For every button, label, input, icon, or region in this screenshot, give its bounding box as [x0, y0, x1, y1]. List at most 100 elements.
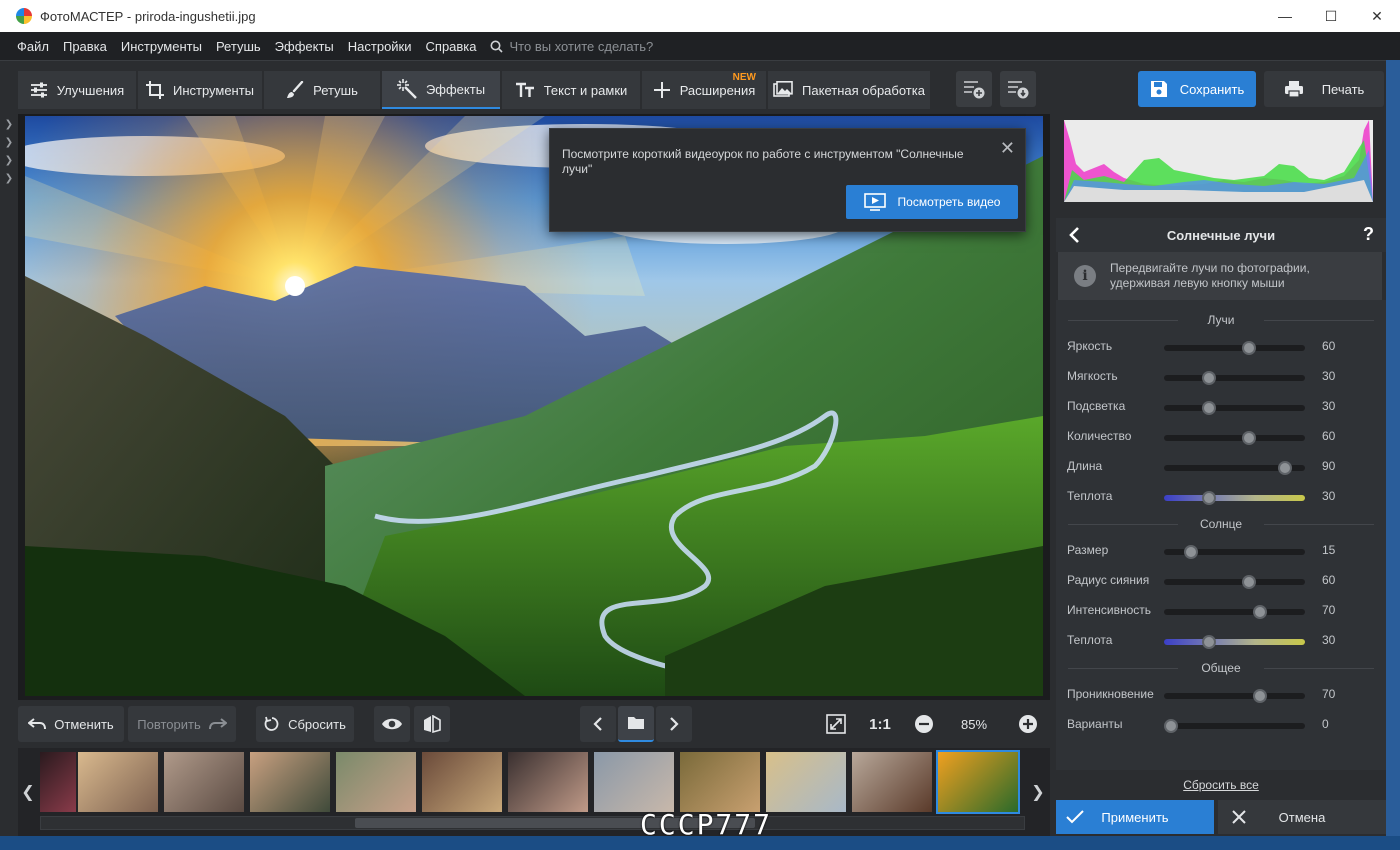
tab-label: Эффекты — [425, 81, 486, 97]
slider-handle[interactable] — [1202, 371, 1217, 385]
thumbnail-item[interactable] — [766, 752, 846, 812]
thumbnail-item[interactable] — [164, 752, 244, 812]
preview-toggle-button[interactable] — [374, 706, 410, 742]
watch-video-button[interactable]: Посмотреть видео — [846, 185, 1018, 219]
zoom-in-button[interactable] — [1010, 706, 1046, 742]
slider-handle[interactable] — [1202, 635, 1217, 649]
desktop-edge — [1386, 60, 1400, 836]
close-button[interactable]: ✕ — [1354, 0, 1400, 32]
zoom-level[interactable]: 85% — [944, 706, 1004, 742]
search-input[interactable] — [509, 38, 710, 54]
slider-track[interactable] — [1164, 461, 1305, 475]
thumbnail-item[interactable] — [250, 752, 330, 812]
chevron-left-icon — [593, 717, 602, 731]
menu-retouch[interactable]: Ретушь — [209, 39, 268, 54]
filmstrip-prev-button[interactable]: ❮ — [18, 748, 38, 836]
settings-panel: Солнечные лучи ? i Передвигайте лучи по … — [1056, 114, 1386, 836]
slider-handle[interactable] — [1183, 545, 1198, 559]
tab-effects[interactable]: Эффекты — [382, 71, 500, 109]
fit-screen-button[interactable] — [818, 706, 854, 742]
previous-image-button[interactable] — [580, 706, 616, 742]
tab-text-frames[interactable]: Текст и рамки — [502, 71, 640, 109]
maximize-button[interactable]: ☐ — [1308, 0, 1354, 32]
images-icon — [773, 81, 793, 97]
apply-button[interactable]: Применить — [1056, 800, 1214, 834]
chevron-right-icon: ❯ — [4, 119, 14, 130]
back-arrow-icon[interactable] — [1068, 225, 1082, 245]
zoom-out-button[interactable] — [906, 706, 942, 742]
thumbnail-item[interactable] — [936, 750, 1020, 814]
cancel-label: Отмена — [1278, 809, 1326, 825]
add-preset-button[interactable] — [956, 71, 992, 107]
thumbnail-item[interactable] — [594, 752, 674, 812]
filmstrip-scrollbar[interactable] — [40, 816, 1025, 830]
minimize-button[interactable]: — — [1262, 0, 1308, 32]
crop-icon — [145, 81, 164, 99]
menu-help[interactable]: Справка — [419, 39, 484, 54]
title-bar: ФотоМАСТЕР - priroda-ingushetii.jpg — ☐ … — [0, 0, 1400, 32]
save-button[interactable]: Сохранить — [1138, 71, 1256, 107]
thumbnail-item[interactable] — [40, 752, 76, 812]
tab-extensions[interactable]: Расширения NEW — [642, 71, 766, 109]
slider-track[interactable] — [1164, 401, 1305, 415]
close-icon[interactable]: ✕ — [1000, 139, 1015, 157]
tab-enhancements[interactable]: Улучшения — [18, 71, 136, 109]
slider-track[interactable] — [1164, 491, 1305, 505]
slider-track[interactable] — [1164, 689, 1305, 703]
slider-row: Количество 60 — [1056, 422, 1386, 452]
print-button[interactable]: Печать — [1264, 71, 1384, 107]
thumbnail-item[interactable] — [680, 752, 760, 812]
slider-track[interactable] — [1164, 575, 1305, 589]
menu-settings[interactable]: Настройки — [341, 39, 419, 54]
help-button[interactable]: ? — [1363, 224, 1374, 245]
slider-handle[interactable] — [1252, 689, 1267, 703]
slider-track[interactable] — [1164, 545, 1305, 559]
thumbnail-item[interactable] — [852, 752, 932, 812]
text-icon — [515, 82, 534, 97]
left-collapse-strip[interactable]: ❯ ❯ ❯ ❯ — [0, 114, 18, 194]
slider-handle[interactable] — [1278, 461, 1293, 475]
main-toolbar: Улучшения Инструменты Ретушь Эффекты Тек… — [0, 60, 1400, 114]
compare-button[interactable] — [414, 706, 450, 742]
slider-track[interactable] — [1164, 605, 1305, 619]
slider-track[interactable] — [1164, 371, 1305, 385]
slider-handle[interactable] — [1241, 575, 1256, 589]
chevron-right-icon: ❯ — [4, 155, 14, 166]
open-folder-button[interactable] — [618, 706, 654, 742]
load-preset-button[interactable] — [1000, 71, 1036, 107]
menu-effects[interactable]: Эффекты — [268, 39, 341, 54]
window-title: ФотоМАСТЕР - priroda-ingushetii.jpg — [40, 8, 256, 24]
slider-handle[interactable] — [1202, 491, 1217, 505]
slider-label: Теплота — [1067, 489, 1113, 503]
next-image-button[interactable] — [656, 706, 692, 742]
reset-all-link[interactable]: Сбросить все — [1056, 778, 1386, 792]
slider-track[interactable] — [1164, 431, 1305, 445]
thumbnail-item[interactable] — [78, 752, 158, 812]
undo-button[interactable]: Отменить — [18, 706, 124, 742]
slider-label: Количество — [1067, 429, 1132, 443]
thumbnail-item[interactable] — [336, 752, 416, 812]
reset-button[interactable]: Сбросить — [256, 706, 354, 742]
tab-tools[interactable]: Инструменты — [138, 71, 262, 109]
reset-label: Сбросить — [288, 716, 346, 732]
cancel-button[interactable]: Отмена — [1218, 800, 1386, 834]
menu-file[interactable]: Файл — [10, 39, 56, 54]
filmstrip-next-button[interactable]: ❯ — [1028, 748, 1048, 836]
slider-track[interactable] — [1164, 719, 1305, 733]
slider-handle[interactable] — [1241, 341, 1256, 355]
actual-size-button[interactable]: 1:1 — [860, 706, 900, 742]
slider-handle[interactable] — [1252, 605, 1267, 619]
menu-tools[interactable]: Инструменты — [114, 39, 209, 54]
redo-button[interactable]: Повторить — [128, 706, 236, 742]
redo-icon — [208, 718, 227, 730]
slider-handle[interactable] — [1241, 431, 1256, 445]
tab-batch-processing[interactable]: Пакетная обработка — [768, 71, 930, 109]
slider-handle[interactable] — [1202, 401, 1217, 415]
slider-track[interactable] — [1164, 341, 1305, 355]
menu-edit[interactable]: Правка — [56, 39, 114, 54]
slider-handle[interactable] — [1164, 719, 1179, 733]
thumbnail-item[interactable] — [508, 752, 588, 812]
tab-retouch[interactable]: Ретушь — [264, 71, 380, 109]
slider-track[interactable] — [1164, 635, 1305, 649]
thumbnail-item[interactable] — [422, 752, 502, 812]
